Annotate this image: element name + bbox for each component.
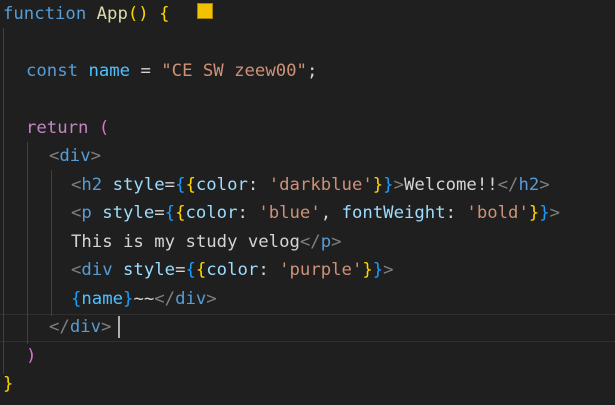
code-token: <: [49, 146, 60, 166]
code-token: (: [98, 118, 110, 138]
code-token: {: [71, 289, 82, 309]
code-token: >: [331, 232, 342, 252]
code-token: div: [59, 146, 91, 166]
code-token: {: [175, 203, 186, 223]
code-token: name: [81, 289, 124, 309]
code-token: }: [383, 175, 394, 195]
code-token: }: [528, 203, 540, 223]
code-token: {: [164, 203, 176, 223]
code-token: 'blue': [258, 203, 321, 223]
code-token: h2: [518, 175, 540, 195]
code-token: style: [112, 175, 165, 195]
code-token: {: [185, 260, 196, 280]
code-token: (): [127, 4, 149, 24]
code-token: >: [539, 175, 550, 195]
code-token: color: [206, 260, 259, 280]
code-line-13: ): [26, 342, 36, 370]
code-token: h2: [81, 175, 103, 195]
code-token: }: [362, 260, 373, 280]
code-token: function: [3, 4, 87, 24]
code-token: "CE SW zeew00": [161, 61, 307, 81]
code-line-8: <p style={{color: 'blue', fontWeight: 'b…: [71, 199, 560, 227]
code-token: </: [154, 289, 176, 309]
code-token: style: [102, 203, 155, 223]
code-line-3: const name = "CE SW zeew00";: [26, 57, 317, 85]
code-token: App: [96, 4, 128, 24]
code-token: {: [175, 175, 186, 195]
code-token: :: [445, 203, 467, 223]
code-token: :: [247, 175, 269, 195]
code-token: :: [258, 260, 280, 280]
code-token: {: [159, 4, 170, 24]
code-token: 'purple': [279, 260, 363, 280]
code-token: style: [123, 260, 176, 280]
code-token: }: [539, 203, 550, 223]
code-token: :: [237, 203, 259, 223]
code-token: {: [195, 260, 207, 280]
code-token: =: [175, 260, 186, 280]
code-token: </: [49, 317, 70, 337]
code-token: </: [299, 232, 321, 252]
code-token: }: [3, 374, 14, 394]
code-token: div: [69, 317, 102, 337]
code-line-11: {name}~~</div>: [71, 285, 217, 313]
code-token: =: [164, 175, 176, 195]
code-token: =: [130, 61, 162, 81]
code-token: >: [206, 289, 217, 309]
code-line-7: <h2 style={{color: 'darkblue'}}>Welcome!…: [71, 171, 550, 199]
code-token: const: [26, 61, 79, 81]
code-line-10: <div style={{color: 'purple'}}>: [71, 256, 394, 284]
code-token: color: [185, 203, 238, 223]
code-token: fontWeight: [341, 203, 446, 223]
code-token: >: [549, 203, 561, 223]
color-decorator-swatch[interactable]: [197, 3, 213, 19]
code-token: This is my study velog: [71, 232, 300, 252]
code-token: }: [372, 260, 384, 280]
code-token: =: [154, 203, 165, 223]
code-editor[interactable]: function App() { const name = "CE SW zee…: [0, 0, 615, 405]
code-line-12: </div>: [49, 313, 111, 341]
code-line-5: return (: [26, 114, 109, 142]
code-token: ): [26, 346, 37, 366]
code-token: <: [71, 203, 82, 223]
indent-guide: [51, 170, 52, 316]
code-token: ,: [320, 203, 342, 223]
code-token: }: [123, 289, 134, 309]
code-token: {: [185, 175, 196, 195]
indent-guide: [27, 142, 28, 344]
code-token: >: [101, 317, 112, 337]
code-token: div: [175, 289, 207, 309]
code-token: p: [320, 232, 332, 252]
code-token: >: [90, 146, 102, 166]
code-token: color: [195, 175, 248, 195]
indent-guide: [3, 28, 4, 374]
code-token: 'darkblue': [268, 175, 373, 195]
code-token: p: [81, 203, 92, 223]
code-token: 'bold': [466, 203, 529, 223]
text-cursor: [118, 316, 120, 338]
code-token: Welcome!!: [403, 175, 498, 195]
code-token: >: [393, 175, 404, 195]
code-line-6: <div>: [49, 142, 101, 170]
code-token: return: [26, 118, 89, 138]
code-token: </: [497, 175, 519, 195]
code-token: <: [71, 175, 82, 195]
code-token: name: [88, 61, 131, 81]
code-token: ;: [306, 61, 318, 81]
code-token: >: [383, 260, 394, 280]
code-token: div: [81, 260, 113, 280]
code-token: <: [71, 260, 82, 280]
code-line-1: function App() {: [3, 0, 169, 28]
code-line-14: }: [3, 370, 13, 398]
code-token: }: [372, 175, 384, 195]
code-token: ~~: [133, 289, 155, 309]
code-line-9: This is my study velog</p>: [71, 228, 342, 256]
